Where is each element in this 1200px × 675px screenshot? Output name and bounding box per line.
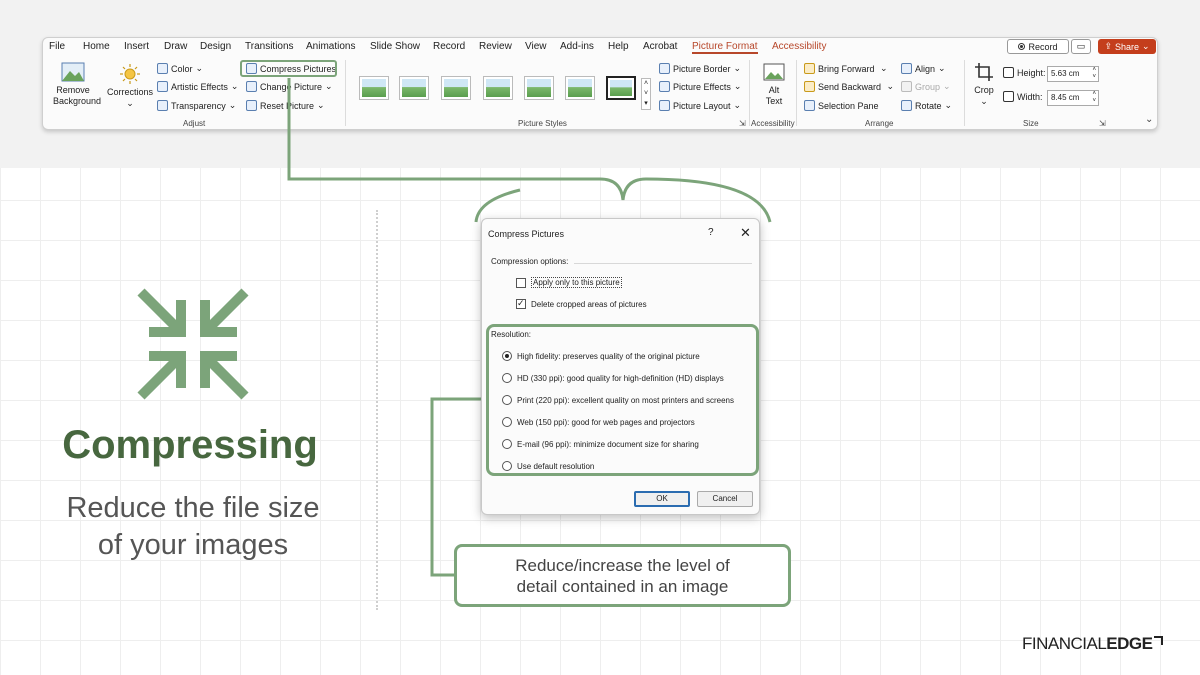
radio-label: Print (220 ppi): excellent quality on mo…: [517, 395, 734, 405]
radio-label: Use default resolution: [517, 461, 595, 471]
apply-only-checkbox[interactable]: Apply only to this picture: [516, 277, 622, 288]
radio-button[interactable]: [502, 395, 512, 405]
compression-options-label: Compression options:: [491, 257, 569, 266]
slide-subtitle: Reduce the file size of your images: [30, 490, 356, 564]
dialog-title: Compress Pictures: [488, 229, 565, 239]
radio-button[interactable]: [502, 373, 512, 383]
radio-hd[interactable]: HD (330 ppi): good quality for high-defi…: [502, 373, 724, 383]
financial-edge-logo: FINANCIALEDGE: [1022, 634, 1164, 654]
radio-default[interactable]: Use default resolution: [502, 461, 594, 471]
radio-label: HD (330 ppi): good quality for high-defi…: [517, 373, 724, 383]
radio-web[interactable]: Web (150 ppi): good for web pages and pr…: [502, 417, 695, 427]
help-icon[interactable]: ?: [708, 227, 714, 238]
brace-connector: [287, 78, 772, 223]
section-divider: [574, 263, 752, 264]
radio-button[interactable]: [502, 439, 512, 449]
logo-part-2: EDGE: [1106, 634, 1153, 653]
radio-print[interactable]: Print (220 ppi): excellent quality on mo…: [502, 395, 734, 405]
cancel-button[interactable]: Cancel: [697, 491, 753, 507]
slide-title: Compressing: [62, 423, 318, 467]
compress-pictures-dialog: Compress Pictures ? ✕ Compression option…: [481, 218, 760, 515]
callout-line-2: detail contained in an image: [516, 577, 729, 596]
radio-button[interactable]: [502, 351, 512, 361]
radio-label: E-mail (96 ppi): minimize document size …: [517, 439, 699, 449]
radio-high-fidelity[interactable]: High fidelity: preserves quality of the …: [502, 351, 700, 361]
radio-email[interactable]: E-mail (96 ppi): minimize document size …: [502, 439, 699, 449]
checkbox-box[interactable]: [516, 298, 526, 309]
resolution-callout: Reduce/increase the level of detail cont…: [454, 544, 791, 607]
callout-line-1: Reduce/increase the level of: [515, 556, 730, 575]
logo-mark-icon: [1154, 636, 1164, 645]
radio-button[interactable]: [502, 461, 512, 471]
ok-button[interactable]: OK: [634, 491, 690, 507]
subtitle-line-2: of your images: [97, 529, 289, 561]
resolution-label: Resolution:: [491, 330, 532, 339]
apply-only-label: Apply only to this picture: [531, 277, 622, 288]
close-icon[interactable]: ✕: [740, 225, 751, 241]
logo-part-1: FINANCIAL: [1022, 634, 1107, 653]
delete-cropped-checkbox[interactable]: Delete cropped areas of pictures: [516, 298, 647, 309]
divider-line: [376, 210, 378, 610]
radio-button[interactable]: [502, 417, 512, 427]
radio-label: Web (150 ppi): good for web pages and pr…: [517, 417, 695, 427]
radio-label: High fidelity: preserves quality of the …: [517, 351, 700, 361]
delete-cropped-label: Delete cropped areas of pictures: [531, 299, 647, 309]
compress-arrows-icon: [137, 288, 249, 400]
checkbox-box[interactable]: [516, 277, 526, 288]
subtitle-line-1: Reduce the file size: [66, 492, 320, 524]
